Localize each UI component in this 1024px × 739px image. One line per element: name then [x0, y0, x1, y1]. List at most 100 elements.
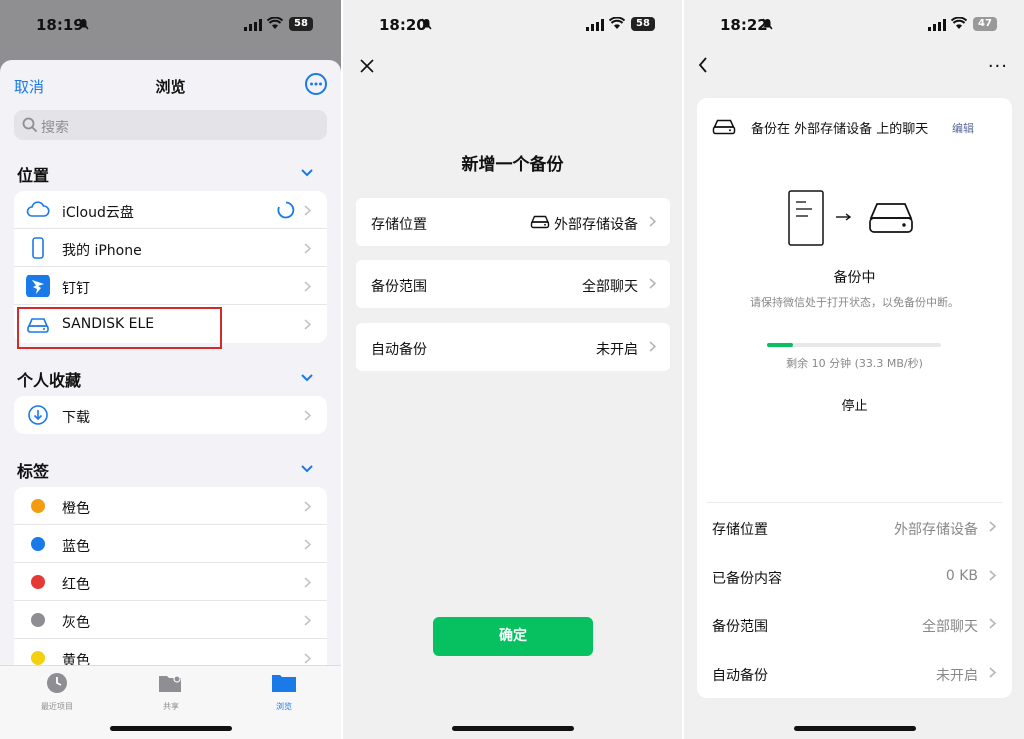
- setting-row-storage-location[interactable]: 存储位置 外部存储设备: [356, 198, 670, 246]
- list-item-my-iphone[interactable]: 我的 iPhone: [14, 229, 327, 267]
- status-bar: 18:19 58: [0, 0, 341, 46]
- signal-icon: [586, 19, 604, 31]
- tab-label: 最近项目: [41, 702, 73, 711]
- more-options-button[interactable]: ···: [988, 56, 1008, 77]
- page-title: 浏览: [155, 78, 186, 96]
- chevron-right-icon: [649, 341, 656, 352]
- status-bar: 18:22 47: [684, 0, 1024, 46]
- clock-icon: [47, 673, 67, 693]
- silent-bell-icon: [78, 18, 89, 30]
- tag-color-dot: [31, 537, 45, 551]
- nav-bar: 取消 浏览: [0, 60, 341, 108]
- new-backup-panel: 18:20 58 新增一个备份 存储位置 外部存储设备 备份范围 全部聊天 自动…: [342, 0, 682, 739]
- section-header-tags[interactable]: 标签: [17, 458, 49, 482]
- tab-shared[interactable]: 共享: [131, 672, 211, 712]
- status-bar: 18:20 58: [343, 0, 682, 46]
- setting-label: 备份范围: [712, 619, 768, 635]
- ellipsis-icon: [310, 82, 322, 86]
- list-item-label: iCloud云盘: [62, 205, 134, 221]
- setting-row-backup-scope[interactable]: 备份范围 全部聊天: [356, 260, 670, 308]
- section-header-locations[interactable]: 位置: [17, 162, 49, 186]
- backup-status-hint: 请保持微信处于打开状态，以免备份中断。: [750, 296, 959, 309]
- setting-label: 备份范围: [371, 279, 427, 295]
- setting-value: 未开启: [936, 668, 978, 684]
- home-indicator: [794, 726, 916, 731]
- download-icon: [28, 405, 48, 425]
- setting-row-storage-location[interactable]: 存储位置 外部存储设备: [697, 503, 1012, 551]
- chevron-right-icon: [304, 577, 311, 588]
- setting-row-auto-backup[interactable]: 自动备份 未开启: [356, 323, 670, 371]
- external-drive-icon: [530, 215, 550, 229]
- tag-color-dot: [31, 575, 45, 589]
- setting-row-backed-up-content[interactable]: 已备份内容 0 KB: [697, 552, 1012, 600]
- section-header-favorites[interactable]: 个人收藏: [17, 367, 81, 391]
- external-drive-icon: [869, 203, 913, 233]
- confirm-button[interactable]: 确定: [433, 617, 593, 656]
- battery-indicator: 58: [289, 17, 313, 31]
- highlight-annotation-box: [17, 307, 222, 349]
- search-input[interactable]: 搜索: [14, 110, 327, 140]
- screenshot-collage: 18:19 58 取消 浏览 搜索 位置 iCloud云盘 我的 iPhone …: [0, 0, 1024, 739]
- back-icon[interactable]: [698, 57, 708, 73]
- chevron-right-icon: [304, 615, 311, 626]
- chevron-right-icon: [304, 281, 311, 292]
- tag-color-dot: [31, 499, 45, 513]
- list-item-dingtalk[interactable]: 钉钉: [14, 267, 327, 305]
- silent-bell-icon: [421, 18, 432, 30]
- close-icon[interactable]: [359, 58, 375, 74]
- page-title: 新增一个备份: [461, 155, 564, 175]
- chevron-right-icon: [304, 205, 311, 216]
- status-time: 18:19: [36, 16, 84, 34]
- chevron-down-icon[interactable]: [301, 169, 313, 177]
- shared-folder-icon: [159, 675, 181, 692]
- backup-header-text: 备份在 外部存储设备 上的聊天: [751, 122, 929, 137]
- battery-indicator: 47: [973, 17, 997, 31]
- setting-row-backup-scope[interactable]: 备份范围 全部聊天: [697, 600, 1012, 648]
- setting-row-auto-backup[interactable]: 自动备份 未开启: [697, 649, 1012, 697]
- chevron-right-icon: [304, 539, 311, 550]
- chevron-right-icon: [304, 319, 311, 330]
- list-item-label: 下载: [62, 410, 90, 426]
- tag-item-red[interactable]: 红色: [14, 563, 327, 601]
- chevron-right-icon: [304, 501, 311, 512]
- chevron-right-icon: [304, 410, 311, 421]
- chevron-right-icon: [304, 653, 311, 664]
- silent-bell-icon: [762, 18, 773, 30]
- favorites-list: 下载: [14, 396, 327, 434]
- setting-value: 全部聊天: [582, 279, 638, 295]
- list-item-downloads[interactable]: 下载: [14, 396, 327, 434]
- chevron-down-icon[interactable]: [301, 374, 313, 382]
- signal-icon: [244, 19, 262, 31]
- stop-button[interactable]: 停止: [697, 395, 1012, 414]
- iphone-icon: [32, 237, 44, 259]
- external-drive-icon: [712, 119, 736, 135]
- tag-color-dot: [31, 613, 45, 627]
- setting-label: 存储位置: [371, 217, 427, 233]
- setting-value: 外部存储设备: [554, 217, 638, 233]
- setting-value: 全部聊天: [922, 619, 978, 635]
- sync-progress-icon: [277, 201, 295, 219]
- files-app-panel: 18:19 58 取消 浏览 搜索 位置 iCloud云盘 我的 iPhone …: [0, 0, 341, 739]
- list-item-label: 钉钉: [62, 281, 90, 297]
- setting-label: 自动备份: [712, 668, 768, 684]
- folder-icon: [272, 675, 296, 692]
- more-options-button[interactable]: [305, 73, 327, 95]
- tab-browse[interactable]: 浏览: [244, 672, 324, 712]
- tab-recents[interactable]: 最近项目: [17, 672, 97, 712]
- edit-link[interactable]: 编辑: [952, 120, 974, 136]
- list-item-icloud[interactable]: iCloud云盘: [14, 191, 327, 229]
- tag-item-orange[interactable]: 橙色: [14, 487, 327, 525]
- setting-label: 已备份内容: [712, 571, 782, 587]
- tab-bar: 最近项目 共享 浏览: [0, 665, 341, 739]
- battery-indicator: 58: [631, 17, 655, 31]
- backup-progress-bar: [767, 343, 941, 347]
- wifi-icon: [267, 17, 283, 29]
- phone-document-icon: [788, 190, 824, 246]
- tag-item-blue[interactable]: 蓝色: [14, 525, 327, 563]
- tag-label: 橙色: [62, 501, 90, 517]
- chevron-right-icon: [989, 667, 996, 678]
- chevron-right-icon: [649, 216, 656, 227]
- backup-progress-panel: 18:22 47 ··· 备份在 外部存储设备 上的聊天 编辑 备份中 请保持微…: [683, 0, 1024, 739]
- tag-item-gray[interactable]: 灰色: [14, 601, 327, 639]
- chevron-down-icon[interactable]: [301, 465, 313, 473]
